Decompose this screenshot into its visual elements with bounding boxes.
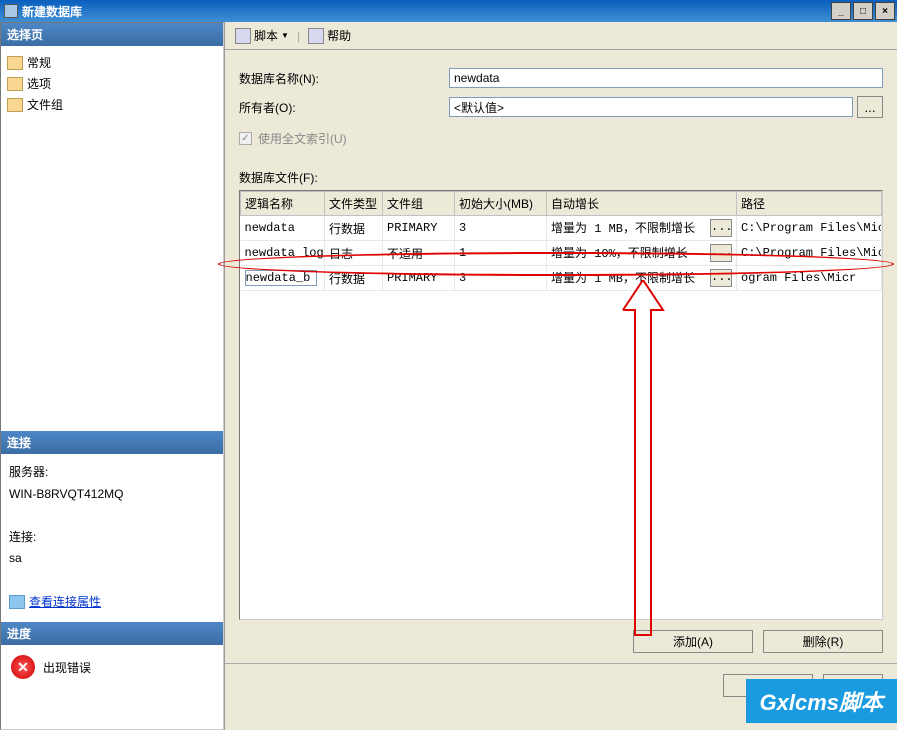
watermark: Gxlcms脚本 [746,679,897,723]
connection-label: 连接: [9,527,215,549]
owner-browse-button[interactable]: ... [857,96,883,118]
col-path[interactable]: 路径 [737,192,882,216]
page-label: 常规 [27,54,51,71]
owner-input[interactable] [449,97,853,117]
script-icon [235,28,251,44]
col-initial-size[interactable]: 初始大小(MB) [455,192,547,216]
page-icon [7,56,23,70]
remove-button[interactable]: 删除(R) [763,630,883,653]
files-table[interactable]: 逻辑名称 文件类型 文件组 初始大小(MB) 自动增长 路径 newdata行数… [240,191,882,291]
page-tree: 常规 选项 文件组 [1,46,223,431]
connection-info: 服务器: WIN-B8RVQT412MQ 连接: sa 查看连接属性 [1,454,223,621]
db-name-label: 数据库名称(N): [239,70,449,87]
progress-header: 进度 [1,622,223,645]
growth-browse-button[interactable]: ... [710,244,732,262]
window-title: 新建数据库 [22,3,831,20]
page-icon [7,98,23,112]
server-value: WIN-B8RVQT412MQ [9,484,215,506]
help-button[interactable]: 帮助 [304,25,355,46]
chevron-down-icon: ▼ [281,31,289,40]
title-bar: 新建数据库 _ □ × [0,0,897,22]
fulltext-checkbox: ✓ [239,132,252,145]
col-autogrowth[interactable]: 自动增长 [547,192,737,216]
app-icon [4,4,18,18]
error-icon: ✕ [11,655,35,679]
page-label: 文件组 [27,96,63,113]
col-filegroup[interactable]: 文件组 [383,192,455,216]
files-table-wrap: 逻辑名称 文件类型 文件组 初始大小(MB) 自动增长 路径 newdata行数… [239,190,883,620]
table-row[interactable]: newdata_log日志不适用1 增量为 10%，不限制增长... C:\Pr… [241,241,882,266]
toolbar: 脚本▼ | 帮助 [225,22,897,50]
help-icon [308,28,324,44]
connection-header: 连接 [1,431,223,454]
close-button[interactable]: × [875,2,895,20]
growth-browse-button[interactable]: ... [710,269,732,287]
page-general[interactable]: 常规 [7,52,217,73]
owner-label: 所有者(O): [239,99,449,116]
table-row[interactable]: 行数据PRIMARY3 增量为 1 MB，不限制增长... ogram File… [241,266,882,291]
files-label: 数据库文件(F): [239,169,883,186]
page-icon [7,77,23,91]
fulltext-label: 使用全文索引(U) [258,130,347,147]
growth-browse-button[interactable]: ... [710,219,732,237]
script-button[interactable]: 脚本▼ [231,25,293,46]
table-row[interactable]: newdata行数据PRIMARY3 增量为 1 MB，不限制增长... C:\… [241,216,882,241]
db-name-input[interactable] [449,68,883,88]
script-label: 脚本 [254,27,278,44]
connection-value: sa [9,548,215,570]
view-connection-link[interactable]: 查看连接属性 [29,595,101,609]
properties-icon [9,595,25,609]
maximize-button[interactable]: □ [853,2,873,20]
select-page-header: 选择页 [1,23,223,46]
progress-text: 出现错误 [43,659,91,676]
col-logical-name[interactable]: 逻辑名称 [241,192,325,216]
logical-name-input[interactable] [245,270,317,286]
help-label: 帮助 [327,27,351,44]
add-button[interactable]: 添加(A) [633,630,753,653]
col-file-type[interactable]: 文件类型 [325,192,383,216]
page-options[interactable]: 选项 [7,73,217,94]
page-label: 选项 [27,75,51,92]
progress-body: ✕ 出现错误 [1,645,223,689]
left-panel: 选择页 常规 选项 文件组 连接 服务器: WIN-B8RVQT412MQ 连接… [0,22,224,730]
page-filegroups[interactable]: 文件组 [7,94,217,115]
minimize-button[interactable]: _ [831,2,851,20]
server-label: 服务器: [9,462,215,484]
right-panel: 脚本▼ | 帮助 数据库名称(N): 所有者(O): ... ✓ 使用全文索引(… [224,22,897,730]
